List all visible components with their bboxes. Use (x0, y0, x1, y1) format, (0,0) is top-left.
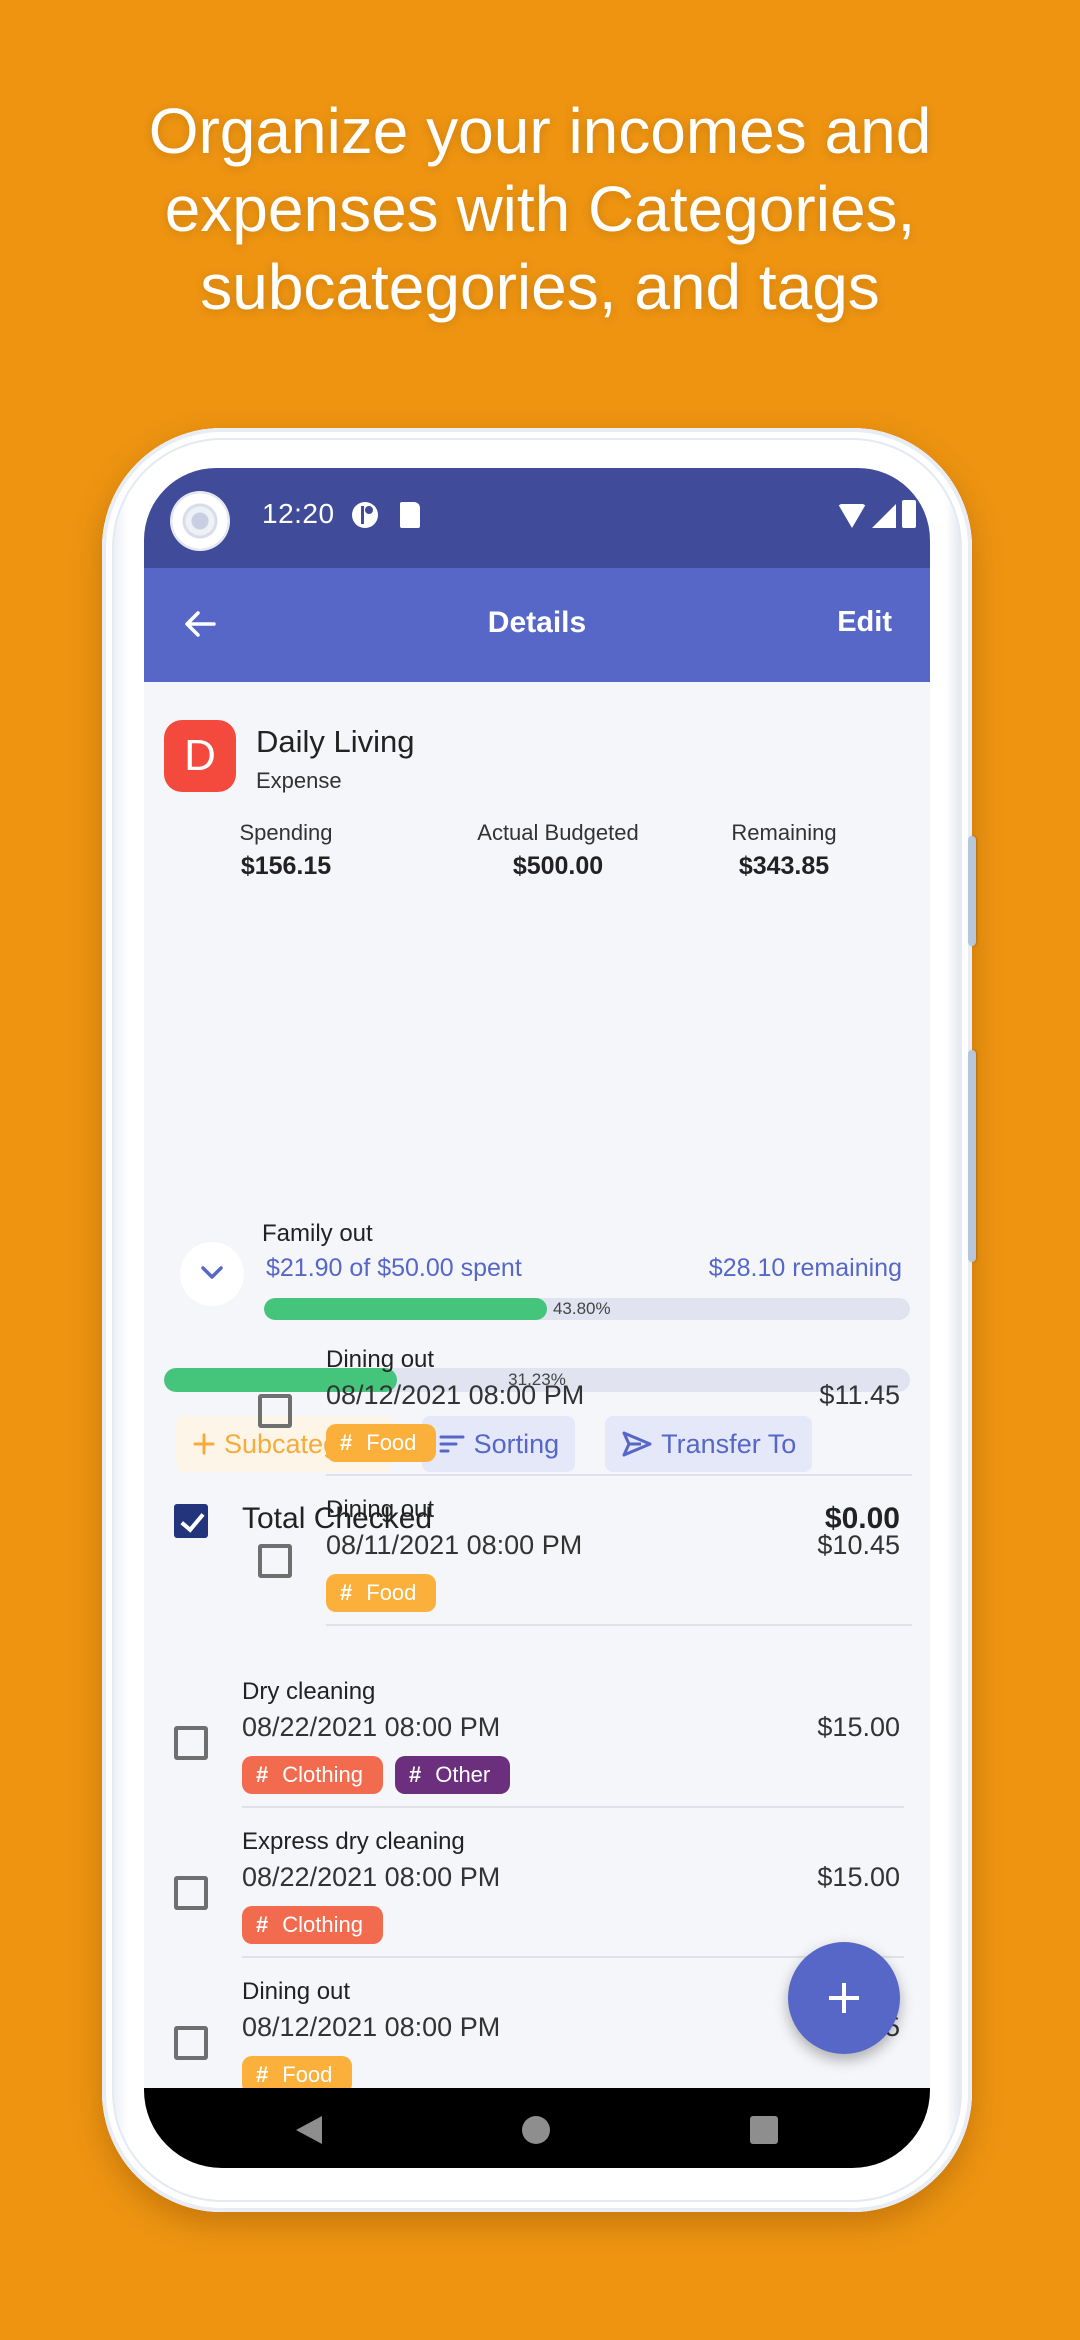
status-time: 12:20 (262, 498, 335, 529)
transaction-checkbox[interactable] (258, 1394, 292, 1428)
row-divider (326, 1624, 912, 1626)
transaction-checkbox[interactable] (174, 1726, 208, 1760)
tag-label: Food (366, 1580, 417, 1605)
tag-other[interactable]: # Other (394, 1756, 511, 1794)
phone-frame: 12:20 Details Edit D Daily Living Expens… (102, 428, 976, 2212)
chevron-down-icon (201, 1266, 223, 1279)
system-nav-bar (144, 2088, 930, 2168)
headline-line: subcategories, and tags (200, 251, 880, 323)
summary-label: Actual Budgeted (477, 820, 639, 845)
transaction-name: Dry cleaning (242, 1678, 376, 1705)
category-name: Daily Living (256, 724, 415, 759)
transaction-amount: $10.45 (817, 1530, 900, 1560)
summary-budgeted: Actual Budgeted $500.00 (438, 820, 678, 881)
hash-icon: # (340, 1430, 353, 1455)
tag-label: Food (366, 1430, 417, 1455)
hash-icon: # (256, 2062, 269, 2087)
transaction-amount: $15.00 (817, 1712, 900, 1742)
transaction-checkbox[interactable] (258, 1544, 292, 1578)
collapse-subcategory-button[interactable] (180, 1242, 244, 1306)
transaction-tags: # Clothing # Other (242, 1756, 511, 1794)
tag-food[interactable]: # Food (326, 1424, 437, 1462)
transaction-date: 08/12/2021 08:00 PM (242, 2012, 501, 2042)
transaction-name: Dining out (242, 1978, 351, 2005)
volume-button (968, 1050, 976, 1262)
power-button (968, 836, 976, 946)
summary-remaining: Remaining $343.85 (684, 820, 884, 881)
nav-recents-icon[interactable] (750, 2116, 778, 2144)
transaction-row[interactable]: Dry cleaning 08/22/2021 08:00 PM $15.00 … (144, 1678, 930, 1828)
subcategory-spent: $21.90 of $50.00 spent (266, 1254, 522, 1282)
phone-screen: 12:20 Details Edit D Daily Living Expens… (144, 468, 930, 2168)
page-title: Details (487, 606, 587, 639)
tag-clothing[interactable]: # Clothing (242, 1756, 383, 1794)
hash-icon: # (408, 1762, 422, 1787)
transaction-row[interactable]: Dining out 08/11/2021 08:00 PM $10.45 # F… (144, 1496, 930, 1646)
transaction-name: Express dry cleaning (242, 1828, 465, 1855)
row-divider (242, 1806, 904, 1808)
transaction-date: 08/22/2021 08:00 PM (242, 1712, 501, 1742)
notification-icon (352, 502, 378, 528)
hash-icon: # (340, 1580, 353, 1605)
tag-food[interactable]: # Food (326, 1574, 437, 1612)
tag-label: Food (282, 2062, 333, 2087)
signal-icon (872, 504, 896, 528)
tag-food[interactable]: # Food (242, 2056, 353, 2088)
transaction-tags: # Food (242, 2056, 353, 2088)
transaction-tags: # Food (326, 1424, 437, 1462)
transaction-tags: # Clothing (242, 1906, 383, 1944)
transaction-name: Dining out (326, 1496, 435, 1523)
status-bar: 12:20 (144, 468, 930, 568)
promo-headline: Organize your incomes and expenses with … (0, 92, 1080, 326)
subcategory-progress-bar: 43.80% (264, 1298, 910, 1320)
transaction-checkbox[interactable] (174, 1876, 208, 1910)
transaction-row[interactable]: Dining out 08/12/2021 08:00 PM $11.45 # F… (144, 1346, 930, 1496)
hash-icon: # (256, 1912, 269, 1937)
hash-icon: # (256, 1762, 269, 1787)
tag-label: Clothing (282, 1762, 363, 1787)
subcategory-progress-fill (264, 1298, 547, 1320)
sd-card-icon (400, 502, 420, 528)
summary-spending: Spending $156.15 (186, 820, 386, 881)
app-bar: Details Edit (144, 568, 930, 682)
tag-clothing[interactable]: # Clothing (242, 1906, 383, 1944)
edit-button[interactable]: Edit (837, 606, 892, 639)
transaction-amount: $11.45 (819, 1380, 900, 1410)
nav-home-icon[interactable] (522, 2116, 550, 2144)
headline-line: Organize your incomes and (148, 95, 932, 167)
row-divider (326, 1474, 912, 1476)
category-avatar: D (164, 720, 236, 792)
category-type: Expense (256, 768, 342, 793)
transaction-date: 08/11/2021 08:00 PM (326, 1530, 583, 1560)
wifi-icon (838, 504, 866, 528)
transaction-amount: $15.00 (817, 1862, 900, 1892)
front-camera (172, 493, 228, 549)
transaction-tags: # Food (326, 1574, 437, 1612)
add-transaction-fab[interactable] (788, 1942, 900, 2054)
subcategory-remaining: $28.10 remaining (708, 1254, 902, 1282)
summary-label: Spending (239, 820, 333, 845)
tag-label: Other (435, 1762, 491, 1787)
transaction-checkbox[interactable] (174, 2026, 208, 2060)
subcategory-name: Family out (262, 1220, 373, 1247)
battery-icon (902, 500, 916, 528)
summary-value: $343.85 (738, 852, 830, 880)
tag-label: Clothing (282, 1912, 363, 1937)
summary-label: Remaining (731, 820, 837, 845)
details-content[interactable]: D Daily Living Expense Spending $156.15 … (144, 682, 930, 2088)
transaction-name: Dining out (326, 1346, 435, 1373)
transaction-date: 08/12/2021 08:00 PM (326, 1380, 585, 1410)
summary-value: $156.15 (240, 852, 332, 880)
headline-line: expenses with Categories, (164, 173, 916, 245)
transaction-date: 08/22/2021 08:00 PM (242, 1862, 501, 1892)
nav-back-icon[interactable] (296, 2116, 322, 2144)
summary-value: $500.00 (512, 852, 604, 880)
subcategory-progress-label: 43.80% (552, 1299, 611, 1318)
